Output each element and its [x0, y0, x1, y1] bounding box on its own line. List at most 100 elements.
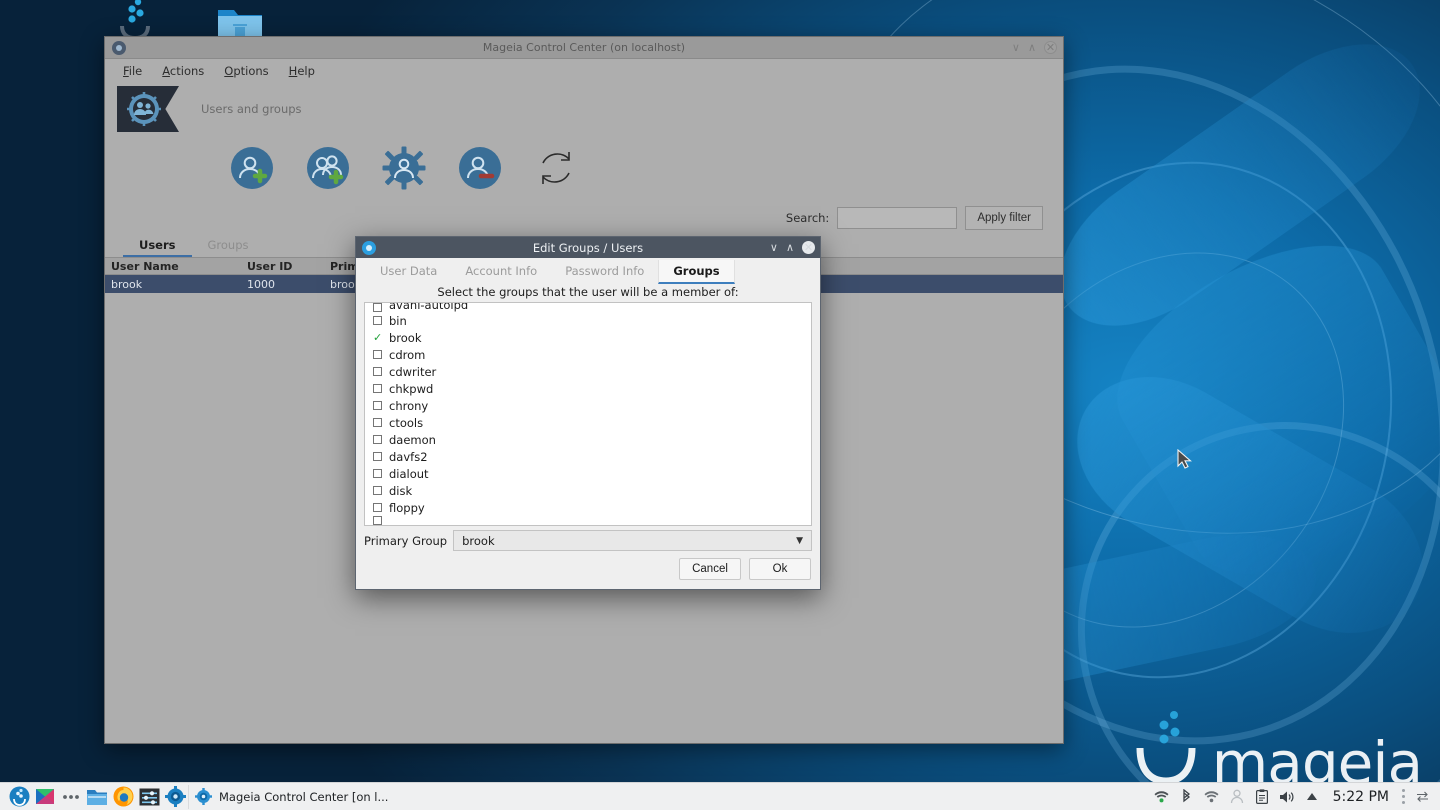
file-manager-icon[interactable]: [84, 784, 110, 810]
mcc-banner: Users and groups: [105, 83, 1063, 135]
mageia-control-center-icon[interactable]: [162, 784, 188, 810]
add-group-button[interactable]: [306, 146, 350, 190]
network-transfer-icon[interactable]: [1414, 789, 1430, 805]
list-item[interactable]: [365, 516, 811, 525]
dialog-maximize-button[interactable]: ∧: [786, 242, 794, 253]
tab-groups[interactable]: Groups: [658, 260, 735, 284]
mageia-menu-icon[interactable]: [6, 784, 32, 810]
dialog-close-button[interactable]: ✕: [802, 241, 815, 254]
mageia-wordmark: mageia: [1211, 728, 1423, 797]
show-hidden-tray-icon[interactable]: [1304, 789, 1320, 805]
checkbox-icon[interactable]: [373, 350, 382, 359]
network-wifi-icon[interactable]: [1154, 789, 1170, 805]
clipboard-icon[interactable]: [1254, 789, 1270, 805]
add-user-button[interactable]: [230, 146, 274, 190]
tab-account-info[interactable]: Account Info: [451, 260, 551, 284]
column-user-id[interactable]: User ID: [247, 260, 330, 273]
wifi-signal-icon[interactable]: [1204, 789, 1220, 805]
menu-help[interactable]: Help: [289, 64, 315, 78]
mageia-control-center-icon: [362, 240, 376, 255]
mcc-minimize-button[interactable]: ∨: [1012, 42, 1020, 53]
dialog-title-bar[interactable]: Edit Groups / Users ∨ ∧ ✕: [356, 237, 820, 258]
mcc-maximize-button[interactable]: ∧: [1028, 42, 1036, 53]
list-item[interactable]: floppy: [365, 499, 811, 516]
wallpaper-blade: [1047, 345, 1440, 665]
ok-button[interactable]: Ok: [749, 558, 811, 580]
mcc-title-bar[interactable]: Mageia Control Center (on localhost) ∨ ∧…: [105, 37, 1063, 59]
mcc-menu-bar[interactable]: File Actions Options Help: [105, 59, 1063, 83]
users-gear-icon: [127, 92, 161, 126]
dialog-tab-bar[interactable]: User Data Account Info Password Info Gro…: [356, 258, 820, 284]
app-switcher-icon[interactable]: [32, 784, 58, 810]
groups-checkbox-list[interactable]: avahi-autoipd bin ✓ brook cdrom cdwriter: [364, 302, 812, 526]
tab-users[interactable]: Users: [123, 236, 192, 257]
menu-file[interactable]: File: [123, 64, 142, 78]
primary-group-select[interactable]: brook ▼: [453, 530, 812, 551]
checkbox-icon[interactable]: [373, 469, 382, 478]
column-user-name[interactable]: User Name: [105, 260, 247, 273]
checkbox-checked-icon[interactable]: ✓: [373, 332, 382, 343]
list-item[interactable]: davfs2: [365, 448, 811, 465]
show-desktop-dots-icon[interactable]: [58, 784, 84, 810]
mageia-logo: mageia: [1132, 708, 1423, 797]
tab-user-data[interactable]: User Data: [366, 260, 451, 284]
dialog-button-row: Cancel Ok: [356, 554, 820, 589]
list-item[interactable]: ctools: [365, 414, 811, 431]
checkbox-icon[interactable]: [373, 401, 382, 410]
list-item[interactable]: ✓ brook: [365, 329, 811, 346]
desktop[interactable]: mageia Mageia Control Center (on localho…: [0, 0, 1440, 810]
checkbox-icon[interactable]: [373, 486, 382, 495]
volume-icon[interactable]: [1279, 789, 1295, 805]
taskbar[interactable]: Mageia Control Center [on l... 5:22 PM: [0, 782, 1440, 810]
menu-options[interactable]: Options: [224, 64, 268, 78]
list-item[interactable]: bin: [365, 312, 811, 329]
menu-actions[interactable]: Actions: [162, 64, 204, 78]
search-input[interactable]: [837, 207, 958, 229]
clock[interactable]: 5:22 PM: [1333, 789, 1389, 805]
apply-filter-button[interactable]: Apply filter: [965, 206, 1043, 230]
list-item[interactable]: daemon: [365, 431, 811, 448]
delete-button[interactable]: [458, 146, 502, 190]
group-name: cdwriter: [389, 364, 437, 379]
checkbox-icon[interactable]: [373, 516, 382, 525]
tab-groups[interactable]: Groups: [192, 236, 265, 257]
checkbox-icon[interactable]: [373, 503, 382, 512]
checkbox-icon[interactable]: [373, 384, 382, 393]
tray-overflow-dots-icon[interactable]: [1402, 789, 1405, 804]
mcc-close-button[interactable]: ✕: [1044, 41, 1057, 54]
list-item[interactable]: cdrom: [365, 346, 811, 363]
system-tray[interactable]: 5:22 PM: [1154, 789, 1434, 805]
mcc-toolbar[interactable]: [105, 135, 1063, 201]
list-item[interactable]: chrony: [365, 397, 811, 414]
checkbox-icon[interactable]: [373, 435, 382, 444]
cancel-button[interactable]: Cancel: [679, 558, 741, 580]
audio-mixer-icon[interactable]: [136, 784, 162, 810]
cell-user-id: 1000: [247, 277, 275, 291]
taskbar-task-mageia-control-center[interactable]: Mageia Control Center [on l...: [188, 784, 398, 809]
checkbox-icon[interactable]: [373, 367, 382, 376]
group-name: avahi-autoipd: [389, 303, 469, 312]
wallpaper-blade: [1085, 205, 1440, 615]
primary-group-value: brook: [462, 533, 495, 548]
list-item[interactable]: dialout: [365, 465, 811, 482]
bluetooth-icon[interactable]: [1179, 789, 1195, 805]
checkbox-icon[interactable]: [373, 452, 382, 461]
list-item[interactable]: chkpwd: [365, 380, 811, 397]
edit-button[interactable]: [382, 146, 426, 190]
checkbox-icon[interactable]: [373, 418, 382, 427]
dialog-minimize-button[interactable]: ∨: [770, 242, 778, 253]
tab-password-info[interactable]: Password Info: [551, 260, 658, 284]
cell-user-name: brook: [111, 277, 143, 291]
list-item[interactable]: cdwriter: [365, 363, 811, 380]
edit-groups-users-dialog[interactable]: Edit Groups / Users ∨ ∧ ✕ User Data Acco…: [355, 236, 821, 590]
group-name: brook: [389, 330, 422, 345]
user-account-icon[interactable]: [1229, 789, 1245, 805]
list-item[interactable]: avahi-autoipd: [365, 303, 811, 312]
checkbox-icon[interactable]: [373, 303, 382, 312]
primary-group-row: Primary Group brook ▼: [356, 526, 820, 554]
refresh-button[interactable]: [534, 146, 578, 190]
firefox-icon[interactable]: [110, 784, 136, 810]
checkbox-icon[interactable]: [373, 316, 382, 325]
list-item[interactable]: disk: [365, 482, 811, 499]
menu-help-rest: elp: [297, 64, 315, 78]
